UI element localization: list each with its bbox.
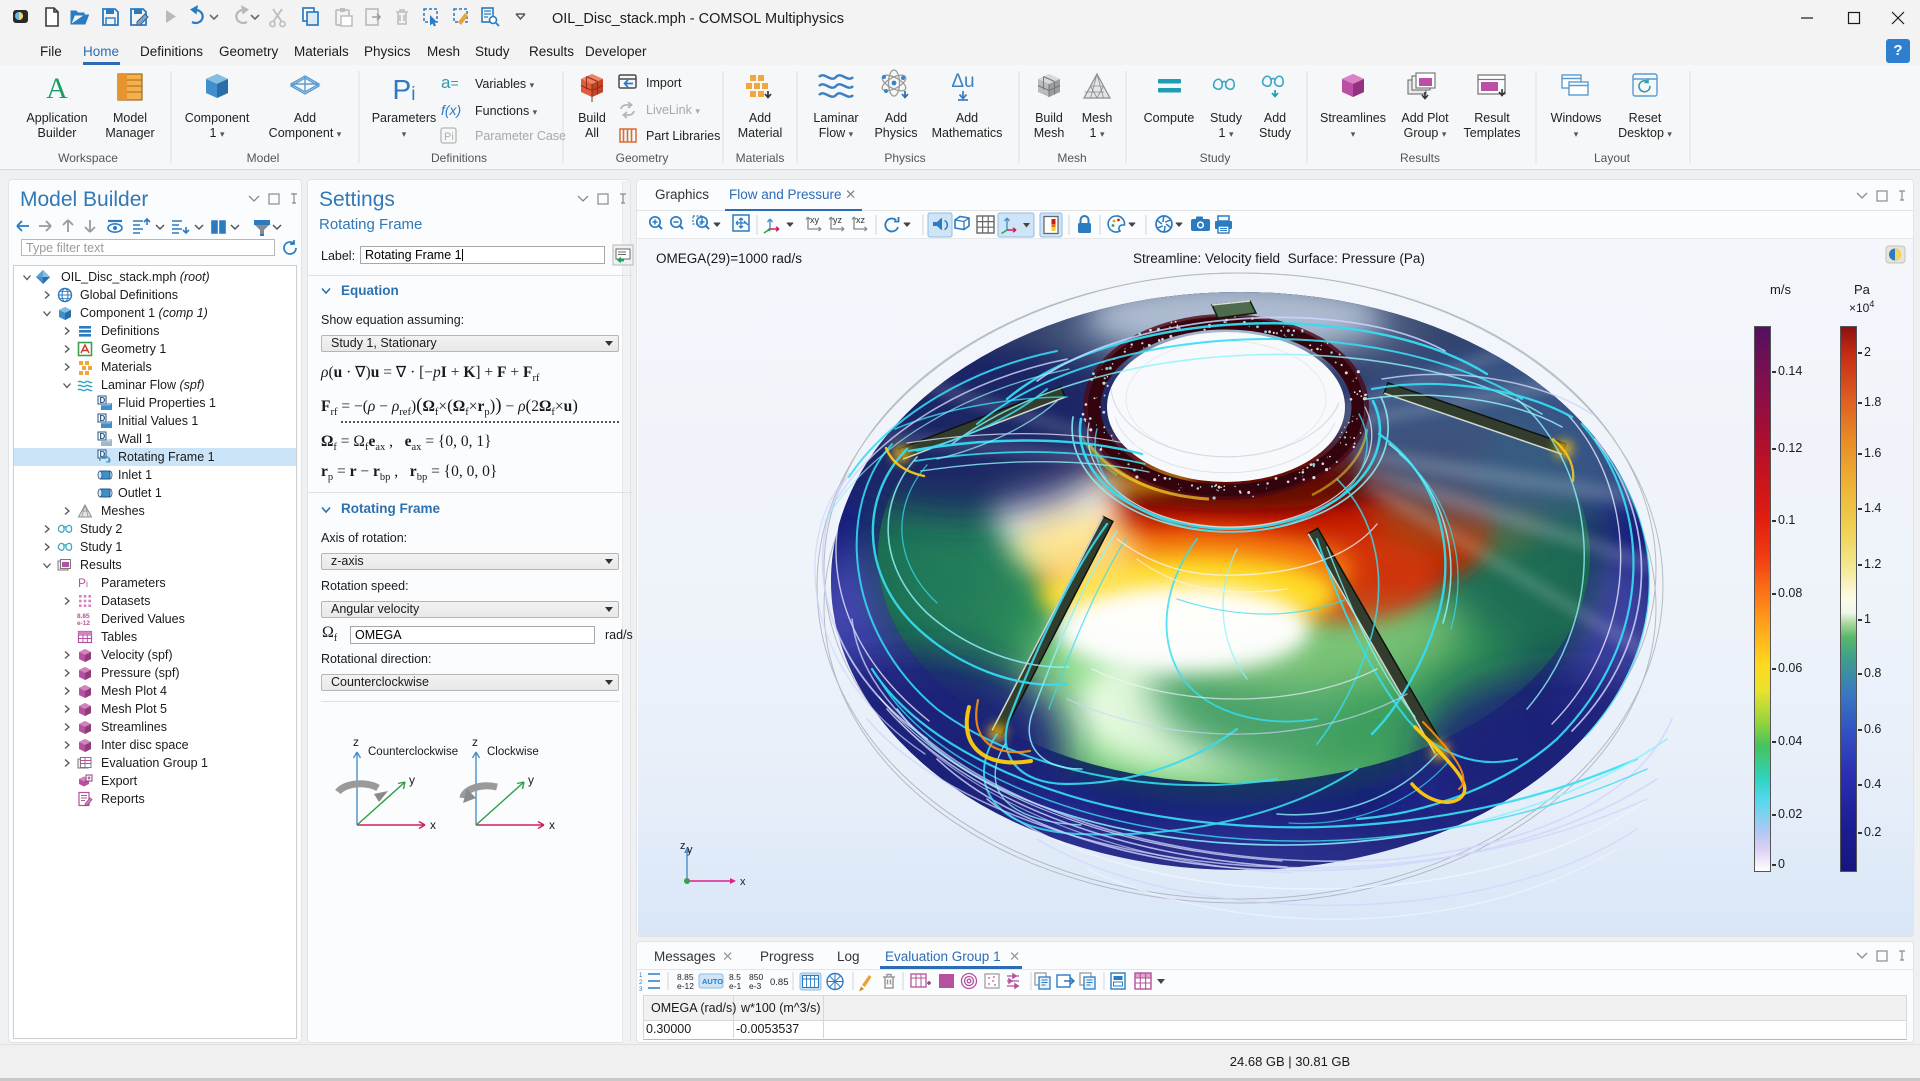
svg-text:Pi: Pi xyxy=(444,131,454,143)
svg-text:D: D xyxy=(100,396,106,405)
svg-text:e-12: e-12 xyxy=(677,981,694,991)
svg-text:a=: a= xyxy=(441,73,459,92)
svg-text:▾: ▾ xyxy=(402,129,407,139)
svg-text:xz: xz xyxy=(856,215,866,225)
svg-text:Physics: Physics xyxy=(874,126,917,140)
svg-text:xy: xy xyxy=(810,215,820,225)
svg-text:x: x xyxy=(549,818,555,832)
svg-text:Variables ▾: Variables ▾ xyxy=(475,77,535,91)
svg-text:Mesh: Mesh xyxy=(1034,126,1065,140)
svg-text:Part Libraries: Part Libraries xyxy=(646,129,720,143)
svg-text:x: x xyxy=(740,876,746,888)
svg-text:Pi: Pi xyxy=(78,576,88,590)
svg-text:Builder: Builder xyxy=(38,126,77,140)
svg-text:Results: Results xyxy=(1400,151,1440,165)
svg-text:Layout: Layout xyxy=(1594,151,1631,165)
svg-text:Mathematics: Mathematics xyxy=(932,126,1003,140)
svg-text:Reset: Reset xyxy=(1629,111,1662,125)
svg-text:1 ▾: 1 ▾ xyxy=(210,126,225,140)
svg-text:3: 3 xyxy=(639,987,643,993)
svg-text:1 ▾: 1 ▾ xyxy=(1219,126,1234,140)
svg-text:Mesh: Mesh xyxy=(1082,111,1113,125)
svg-text:Model: Model xyxy=(247,151,280,165)
svg-text:Compute: Compute xyxy=(1144,111,1195,125)
svg-text:Functions ▾: Functions ▾ xyxy=(475,104,538,118)
svg-text:Streamlines: Streamlines xyxy=(1320,111,1386,125)
svg-text:D: D xyxy=(100,432,106,441)
svg-text:Component: Component xyxy=(185,111,250,125)
svg-text:y: y xyxy=(687,844,693,856)
svg-text:Flow ▾: Flow ▾ xyxy=(819,126,854,140)
svg-text:A: A xyxy=(46,72,68,105)
svg-text:Parameters: Parameters xyxy=(372,111,437,125)
svg-text:Import: Import xyxy=(646,76,682,90)
svg-text:Mesh: Mesh xyxy=(1057,151,1086,165)
svg-text:Add: Add xyxy=(294,111,316,125)
svg-text:1 ▾: 1 ▾ xyxy=(1090,126,1105,140)
svg-text:Model: Model xyxy=(113,111,147,125)
svg-text:Windows: Windows xyxy=(1551,111,1602,125)
svg-text:y: y xyxy=(409,773,415,787)
svg-text:8.85: 8.85 xyxy=(77,613,90,620)
svg-text:Physics: Physics xyxy=(884,151,925,165)
svg-text:Study: Study xyxy=(1259,126,1292,140)
svg-text:Counterclockwise: Counterclockwise xyxy=(368,746,458,758)
svg-text:Result: Result xyxy=(1474,111,1510,125)
svg-text:f(x): f(x) xyxy=(441,102,461,118)
svg-text:Workspace: Workspace xyxy=(58,151,118,165)
svg-text:e-1: e-1 xyxy=(729,981,742,991)
svg-text:0.85: 0.85 xyxy=(770,977,789,988)
svg-text:Templates: Templates xyxy=(1464,126,1521,140)
svg-text:Add Plot: Add Plot xyxy=(1401,111,1449,125)
svg-text:Definitions: Definitions xyxy=(431,151,487,165)
svg-text:Materials: Materials xyxy=(736,151,785,165)
svg-text:z: z xyxy=(353,735,359,749)
svg-text:▾: ▾ xyxy=(1351,129,1356,139)
svg-text:Add: Add xyxy=(885,111,907,125)
svg-text:Desktop ▾: Desktop ▾ xyxy=(1618,126,1672,140)
svg-text:Study: Study xyxy=(1210,111,1243,125)
svg-text:Add: Add xyxy=(749,111,771,125)
svg-text:AUTO: AUTO xyxy=(702,977,723,986)
svg-text:Geometry: Geometry xyxy=(616,151,669,165)
svg-text:LiveLink ▾: LiveLink ▾ xyxy=(646,103,700,117)
svg-text:Pi: Pi xyxy=(393,74,416,105)
svg-text:e-3: e-3 xyxy=(749,981,762,991)
svg-text:Δu: Δu xyxy=(951,71,974,92)
svg-text:All: All xyxy=(585,126,599,140)
svg-text:Material: Material xyxy=(738,126,782,140)
svg-text:1: 1 xyxy=(639,973,643,979)
svg-text:2: 2 xyxy=(639,980,643,986)
svg-text:Build: Build xyxy=(578,111,606,125)
svg-text:y: y xyxy=(528,773,534,787)
svg-text:Manager: Manager xyxy=(105,126,154,140)
svg-text:Parameter Case: Parameter Case xyxy=(475,129,566,143)
svg-text:Laminar: Laminar xyxy=(813,111,858,125)
svg-text:Group ▾: Group ▾ xyxy=(1404,126,1447,140)
svg-text:D: D xyxy=(100,414,106,423)
svg-text:OIL_Disc_stack.mph - COMSOL Mu: OIL_Disc_stack.mph - COMSOL Multiphysics xyxy=(552,11,844,27)
svg-text:▾: ▾ xyxy=(1574,129,1579,139)
svg-text:x: x xyxy=(430,818,436,832)
svg-text:yz: yz xyxy=(833,215,843,225)
svg-text:Add: Add xyxy=(956,111,978,125)
svg-text:Study: Study xyxy=(1200,151,1231,165)
svg-text:z: z xyxy=(680,840,686,852)
svg-text:Application: Application xyxy=(26,111,87,125)
svg-text:Build: Build xyxy=(1035,111,1063,125)
svg-text:Add: Add xyxy=(1264,111,1286,125)
svg-text:Clockwise: Clockwise xyxy=(487,746,539,758)
svg-text:e-12: e-12 xyxy=(77,620,90,627)
svg-text:Component ▾: Component ▾ xyxy=(269,126,342,140)
svg-text:z: z xyxy=(472,735,478,749)
